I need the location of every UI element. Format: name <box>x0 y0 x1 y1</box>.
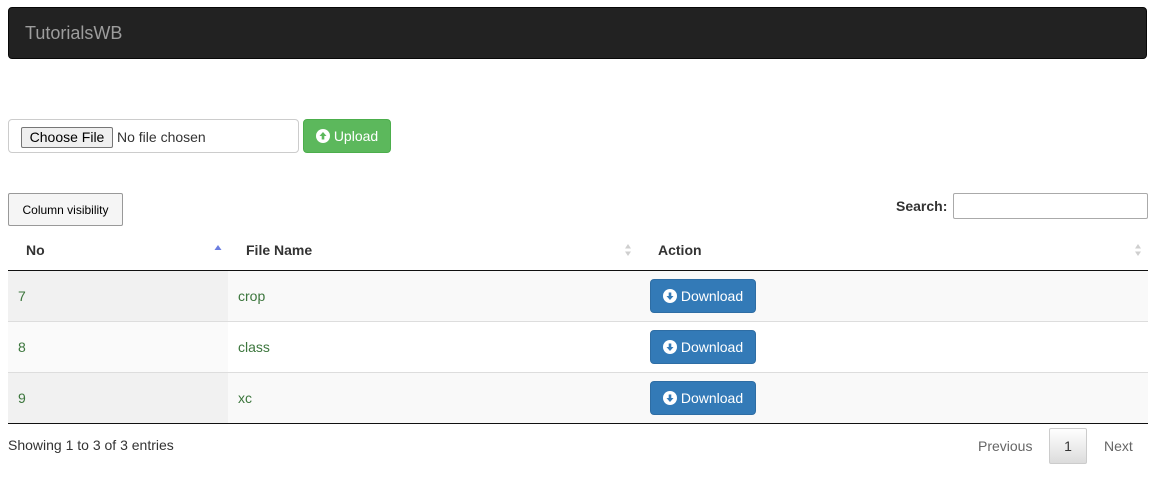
download-button[interactable]: Download <box>650 279 756 313</box>
choose-file-button[interactable]: Choose File <box>21 127 113 148</box>
column-header-label: No <box>26 242 45 258</box>
file-input[interactable]: Choose File No file chosen <box>8 119 299 153</box>
cell-action: Download <box>638 271 1148 321</box>
upload-circle-icon <box>315 129 330 143</box>
pagination-page-1[interactable]: 1 <box>1049 428 1087 464</box>
upload-button[interactable]: Upload <box>303 119 391 153</box>
column-header-file-name[interactable]: File Name <box>228 230 638 270</box>
download-circle-icon <box>662 289 677 303</box>
download-button[interactable]: Download <box>650 330 756 364</box>
table-info: Showing 1 to 3 of 3 entries <box>8 437 174 453</box>
file-status-text: No file chosen <box>117 129 206 145</box>
cell-file-name: class <box>238 339 270 355</box>
column-header-action[interactable]: Action <box>638 230 1148 270</box>
sort-ascending-icon <box>214 245 222 250</box>
download-button-label: Download <box>680 339 744 355</box>
table-header: No File Name Action <box>8 230 1148 271</box>
column-visibility-button[interactable]: Column visibility <box>8 193 123 226</box>
search-input[interactable] <box>953 193 1148 219</box>
sort-both-icon <box>1135 244 1141 256</box>
cell-action: Download <box>638 322 1148 372</box>
cell-file-name: xc <box>238 390 252 406</box>
cell-no: 8 <box>8 322 228 372</box>
search-label: Search: <box>896 198 948 214</box>
column-header-label: File Name <box>246 242 313 258</box>
sort-both-icon <box>625 244 631 256</box>
download-button[interactable]: Download <box>650 381 756 415</box>
table-row: 8 class Download <box>8 322 1148 373</box>
cell-no: 9 <box>8 373 228 423</box>
cell-no: 7 <box>8 271 228 321</box>
table-row: 7 crop Download <box>8 271 1148 322</box>
cell-action: Download <box>638 373 1148 423</box>
table-row: 9 xc Download <box>8 373 1148 424</box>
pagination-next[interactable]: Next <box>1104 438 1133 454</box>
download-circle-icon <box>662 340 677 354</box>
upload-button-label: Upload <box>333 128 379 144</box>
cell-file-name: crop <box>238 288 266 304</box>
files-table: No File Name Action 7 crop Download 8 cl… <box>8 230 1148 424</box>
column-header-no[interactable]: No <box>8 230 228 270</box>
download-button-label: Download <box>680 288 744 304</box>
brand-link[interactable]: TutorialsWB <box>25 23 122 44</box>
download-circle-icon <box>662 391 677 405</box>
column-header-label: Action <box>658 242 702 258</box>
pagination-previous[interactable]: Previous <box>978 438 1032 454</box>
download-button-label: Download <box>680 390 744 406</box>
top-navbar: TutorialsWB <box>8 7 1147 59</box>
